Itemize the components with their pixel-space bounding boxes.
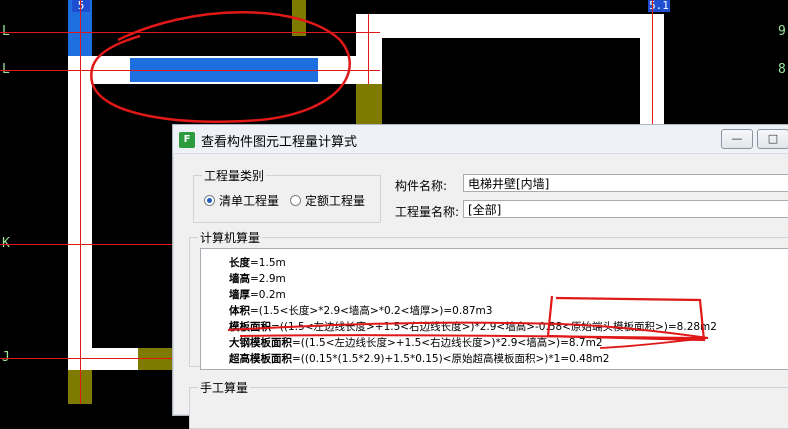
calc-line: 长度=1.5m [229,255,286,270]
calc-line-value: =0.2m [250,289,286,301]
axis-line-h3 [0,244,172,245]
axis-line-h4 [0,358,172,359]
dialog-titlebar[interactable]: F 查看构件图元工程量计算式 — □ [173,125,788,154]
calc-line: 墙厚=0.2m [229,287,286,302]
radio-list-quantity[interactable]: 清单工程量 [204,192,279,209]
calc-line: 墙高=2.9m [229,271,286,286]
component-name-field[interactable]: 电梯井壁[内墙] [463,174,788,192]
calc-line-key: 体积 [229,305,250,317]
calc-line-value: =1.5m [250,257,286,269]
calc-line: 模板面积=((1.5<左边线长度>+1.5<右边线长度>)*2.9<墙高>-0.… [229,319,717,334]
axis-line-v1 [80,0,81,404]
radio-quota-quantity-label: 定额工程量 [305,194,366,208]
app-icon: F [179,132,195,148]
quantity-formula-dialog[interactable]: F 查看构件图元工程量计算式 — □ 工程量类别 清单工程量 定额工程量 构件名… [172,124,788,429]
computer-calc-title: 计算机算量 [198,229,263,246]
calc-line-key: 大钢模板面积 [229,337,292,349]
calc-line-value: =((0.15*(1.5*2.9)+1.5*0.15)<原始超高模板面积>)*1… [292,353,610,365]
calc-line-key: 墙厚 [229,289,250,301]
calc-line-key: 长度 [229,257,250,269]
computer-calc-text[interactable]: 长度=1.5m 墙高=2.9m 墙厚=0.2m 体积=(1.5<长度>*2.9<… [200,248,788,370]
dialog-title: 查看构件图元工程量计算式 [201,135,358,150]
axis-line-v2 [652,0,653,124]
axis-label-right-2: 8 [778,62,786,77]
axis-label-right-1: 9 [778,24,786,39]
calc-line: 体积=(1.5<长度>*2.9<墙高>*0.2<墙厚>)=0.87m3 [229,303,492,318]
quantity-category-group: 工程量类别 清单工程量 定额工程量 [193,167,381,223]
manual-calc-group: 手工算量 [189,379,788,429]
wall-top-right[interactable] [356,14,656,38]
maximize-button[interactable]: □ [757,129,788,149]
calc-line-key: 墙高 [229,273,250,285]
axis-line-h1 [0,32,380,33]
calc-line: 超高模板面积=((0.15*(1.5*2.9)+1.5*0.15)<原始超高模板… [229,351,609,366]
calc-line-key: 超高模板面积 [229,353,292,365]
component-name-label: 构件名称: [395,179,448,193]
computer-calc-group: 计算机算量 长度=1.5m 墙高=2.9m 墙厚=0.2m 体积=(1.5<长度… [189,229,788,370]
radio-dot-icon [290,195,301,206]
axis-line-h2 [0,70,380,71]
quantity-name-dropdown[interactable]: [全部] [463,200,788,218]
axis-line-v3 [368,14,369,84]
cad-tag-left: 5 [72,0,90,12]
calc-line: 大钢模板面积=((1.5<左边线长度>+1.5<右边线长度>)*2.9<墙高>)… [229,335,603,350]
calc-line-key: 模板面积 [229,321,271,333]
manual-calc-title: 手工算量 [198,379,251,396]
column-bottom-mid[interactable] [138,348,172,370]
radio-quota-quantity[interactable]: 定额工程量 [290,192,365,209]
wall-mid-right[interactable] [356,14,382,84]
radio-list-quantity-label: 清单工程量 [219,194,280,208]
calc-line-value: =(1.5<长度>*2.9<墙高>*0.2<墙厚>)=0.87m3 [250,305,493,317]
minimize-button[interactable]: — [721,129,753,149]
calc-line-value: =((1.5<左边线长度>+1.5<右边线长度>)*2.9<墙高>)=8.7m2 [292,337,603,349]
quantity-name-label: 工程量名称: [395,205,460,219]
calc-line-value: =2.9m [250,273,286,285]
calc-line-value: =((1.5<左边线长度>+1.5<右边线长度>)*2.9<墙高>-0.58<原… [271,321,717,333]
quantity-category-title: 工程量类别 [202,167,267,184]
column-mid[interactable] [356,84,382,124]
radio-dot-selected-icon [204,195,215,206]
column-top[interactable] [292,0,306,36]
